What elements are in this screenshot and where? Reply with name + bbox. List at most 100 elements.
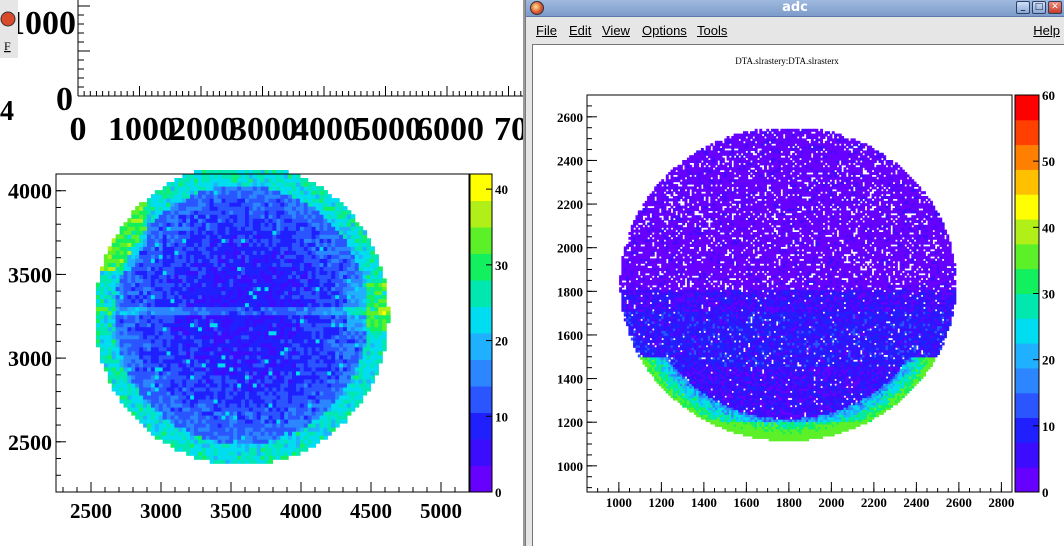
heatmap-bin (339, 246, 344, 251)
heatmap-bin (119, 294, 125, 300)
heatmap-bin (209, 390, 215, 396)
minimize-button[interactable]: _ (1016, 1, 1030, 14)
heatmap-bin (170, 306, 176, 312)
heatmap-bin (209, 310, 215, 316)
heatmap-bin (284, 202, 289, 207)
menu-help[interactable]: Help (1033, 23, 1060, 38)
heatmap-bin (350, 250, 356, 255)
heatmap-bin (311, 238, 317, 243)
heatmap-bin (288, 386, 293, 392)
heatmap-bin (186, 411, 191, 416)
heatmap-bin (209, 411, 215, 416)
heatmap-bin (311, 382, 317, 388)
heatmap-bin (339, 334, 344, 340)
heatmap-bin (241, 174, 246, 179)
heatmap-bin (311, 423, 317, 428)
heatmap-bin (186, 238, 191, 243)
heatmap-bin (170, 198, 176, 203)
heatmap-bin (245, 423, 250, 428)
heatmap-bin (280, 246, 285, 251)
menu-options[interactable]: Options (642, 23, 687, 38)
heatmap-bin (311, 294, 317, 300)
heatmap-bin (147, 266, 152, 272)
heatmap-bin (139, 411, 144, 416)
heatmap-bin (170, 386, 176, 392)
heatmap-bin (139, 254, 144, 259)
heatmap-bin (201, 234, 207, 239)
adc-canvas[interactable]: DTA.slrastery:DTA.slrasterx 1000 1200 1400… (532, 44, 1064, 546)
heatmap-bin (248, 182, 254, 187)
menu-file[interactable]: File (536, 23, 557, 38)
heatmap-bin (303, 322, 309, 328)
heatmap-bin (315, 439, 321, 444)
heatmap-bin (217, 354, 223, 360)
heatmap-bin (154, 302, 160, 308)
heatmap-bin (272, 262, 277, 268)
heatmap-bin (225, 230, 230, 235)
heatmap-bin (319, 266, 325, 272)
heatmap-bin (150, 194, 156, 199)
menu-view[interactable]: View (602, 23, 630, 38)
heatmap-bin (354, 294, 360, 300)
heatmap-bin (292, 374, 297, 380)
heatmap-bin (103, 314, 109, 320)
heatmap-bin (256, 451, 262, 456)
heatmap-bin (362, 238, 368, 243)
heatmap-bin (335, 210, 340, 215)
heatmap-bin (186, 443, 191, 448)
maximize-button[interactable]: □ (1032, 1, 1046, 14)
heatmap-bin (182, 338, 187, 344)
heatmap-bin (135, 322, 140, 328)
heatmap-bin (323, 266, 328, 272)
heatmap-bin (225, 278, 230, 284)
heatmap-bin (296, 294, 301, 300)
heatmap-bin (221, 407, 227, 412)
heatmap-bin (339, 350, 344, 356)
heatmap-bin (119, 374, 125, 380)
heatmap-bin (166, 398, 172, 404)
menu-edit[interactable]: Edit (569, 23, 591, 38)
menu-file-fragment[interactable]: F (4, 39, 11, 53)
heatmap-bin (292, 198, 297, 203)
heatmap-bin (233, 354, 238, 360)
app-icon[interactable] (0, 11, 16, 27)
heatmap-bin (178, 186, 183, 191)
heatmap-bin (147, 382, 152, 388)
heatmap-bin (323, 427, 328, 432)
heatmap-bin (209, 190, 215, 195)
heatmap-bin (370, 350, 375, 356)
heatmap-bin (307, 419, 313, 424)
heatmap-bin (303, 378, 309, 384)
close-button[interactable]: ✕ (1048, 1, 1062, 14)
heatmap-bin (268, 302, 274, 308)
heatmap-bin (339, 286, 344, 292)
heatmap-bin (284, 318, 289, 324)
heatmap-bin (221, 306, 227, 312)
heatmap-bin (174, 290, 179, 296)
heatmap-bin (256, 234, 262, 239)
heatmap-bin (264, 302, 270, 308)
heatmap-bin (292, 258, 297, 264)
heatmap-bin (252, 198, 258, 203)
heatmap-bin (182, 198, 187, 203)
heatmap-bin (276, 186, 281, 191)
heatmap-bin (303, 431, 309, 436)
heatmap-bin (331, 346, 336, 352)
heatmap-bin (158, 238, 164, 243)
heatmap-bin (158, 250, 164, 255)
heatmap-bin (190, 439, 195, 444)
heatmap-bin (162, 403, 168, 408)
heatmap-bin (323, 366, 328, 372)
heatmap-bin (252, 415, 258, 420)
menu-tools[interactable]: Tools (697, 23, 727, 38)
heatmap-bin (186, 222, 191, 227)
heatmap-bin (154, 374, 160, 380)
heatmap-bin (150, 298, 156, 304)
heatmap-bin (233, 190, 238, 195)
heatmap-bin (307, 330, 313, 336)
title-bar[interactable]: adc _ □ ✕ (526, 0, 1064, 17)
heatmap-bin (182, 290, 187, 296)
heatmap-bin (343, 334, 348, 340)
heatmap-bin (252, 342, 258, 348)
heatmap-bin (225, 274, 230, 280)
